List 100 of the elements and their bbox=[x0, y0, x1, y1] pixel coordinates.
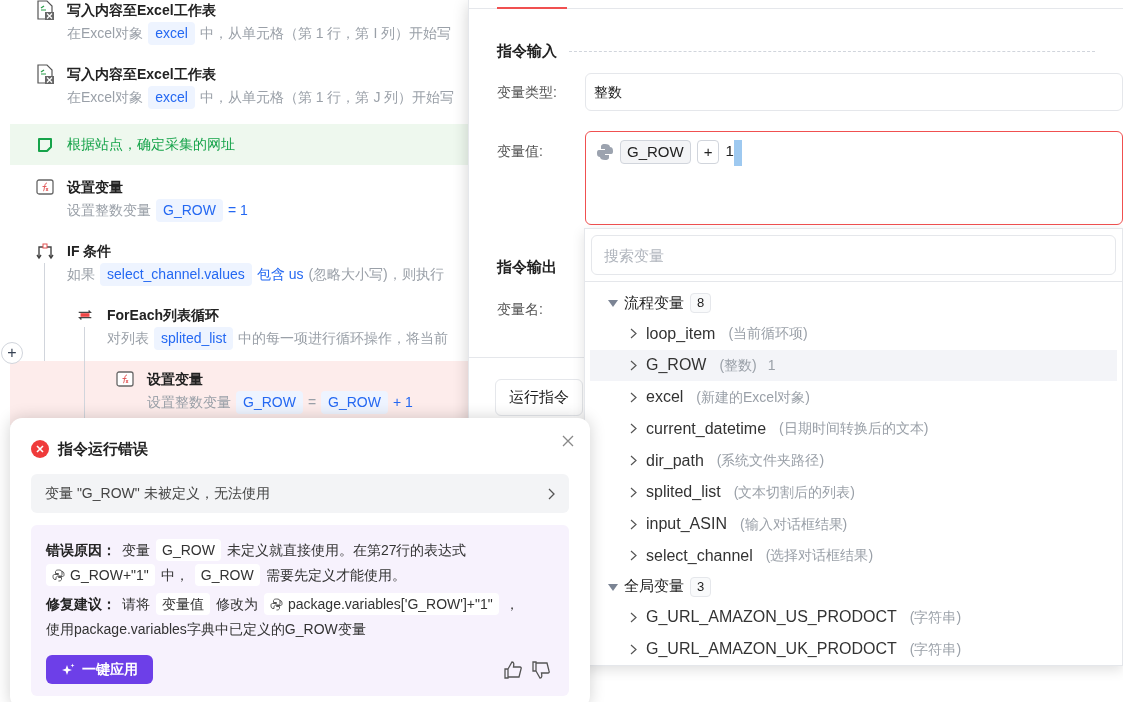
apply-button[interactable]: 一键应用 bbox=[46, 655, 153, 684]
field-label: 变量名: bbox=[497, 300, 543, 319]
python-icon bbox=[52, 568, 65, 582]
variable-type: (字符串) bbox=[909, 607, 962, 627]
variable-type: (选择对话框结果) bbox=[765, 546, 874, 566]
variable-name: excel bbox=[646, 387, 684, 408]
step-title: 写入内容至Excel工作表 bbox=[67, 0, 216, 20]
step-description: 如果 bbox=[67, 264, 95, 284]
label-text: 错误原因： bbox=[46, 541, 116, 560]
variable-item[interactable]: select_channel (选择对话框结果) bbox=[590, 540, 1117, 572]
sparkle-icon bbox=[61, 662, 75, 677]
variable-chip: select_channel.values bbox=[100, 262, 252, 286]
error-message: 变量 "G_ROW" 未被定义，无法使用 bbox=[45, 484, 270, 503]
excel-file-icon bbox=[36, 64, 54, 84]
value-text: + 1 bbox=[392, 392, 413, 412]
variable-item[interactable]: loop_item (当前循环项) bbox=[590, 317, 1117, 350]
value-text: 包含 us bbox=[256, 264, 304, 284]
excel-file-icon bbox=[36, 0, 54, 20]
variable-type: (文本切割后的列表) bbox=[733, 482, 856, 502]
group-label: 全局变量 bbox=[624, 576, 684, 597]
step-title: 设置变量 bbox=[67, 177, 123, 197]
variable-item[interactable]: dir_path (系统文件夹路径) bbox=[590, 444, 1117, 477]
tree-group-row[interactable]: 流程变量 8 bbox=[590, 288, 1117, 318]
add-step-button[interactable]: + bbox=[1, 342, 23, 364]
step-title: 写入内容至Excel工作表 bbox=[67, 64, 216, 84]
variable-name: loop_item bbox=[646, 323, 716, 344]
function-icon bbox=[36, 179, 54, 195]
branch-icon bbox=[36, 242, 54, 260]
body-text: 使用package.variables字典中已定义的G_ROW变量 bbox=[46, 620, 366, 639]
variable-name: input_ASIN bbox=[646, 514, 727, 535]
step-description: 中的每一项进行循环操作，将当前 bbox=[238, 328, 449, 348]
variable-type-select[interactable]: 整数 bbox=[585, 73, 1123, 111]
loop-icon bbox=[76, 307, 94, 323]
variable-name: dir_path bbox=[646, 450, 704, 471]
chevron-right-icon bbox=[548, 487, 555, 500]
variable-type: (新建的Excel对象) bbox=[696, 387, 810, 407]
variable-item[interactable]: G_URL_AMAZON_US_PRODOCT (字符串) bbox=[590, 601, 1117, 634]
tree-group-row[interactable]: 全局变量 3 bbox=[590, 571, 1117, 602]
thumbs-up-icon[interactable] bbox=[504, 660, 522, 679]
step-description: 对列表 bbox=[107, 328, 149, 348]
step-description: 中，从单元格（第 1 行，第 I 列）开始写 bbox=[199, 23, 452, 43]
python-icon bbox=[596, 143, 614, 161]
thumbs-down-icon[interactable] bbox=[532, 660, 550, 679]
section-heading: 指令输出 bbox=[497, 256, 557, 277]
chevron-right-icon bbox=[630, 359, 637, 371]
variable-name: G_ROW bbox=[646, 355, 707, 376]
code-chip: G_ROW bbox=[156, 539, 221, 561]
variable-name: current_datetime bbox=[646, 418, 767, 439]
count-badge: 8 bbox=[690, 292, 712, 313]
chevron-right-icon bbox=[630, 328, 637, 340]
search-field[interactable]: 搜索变量 bbox=[591, 235, 1116, 275]
code-chip: 变量值 bbox=[156, 593, 210, 615]
variable-item[interactable]: current_datetime (日期时间转换后的文本) bbox=[590, 413, 1117, 445]
field-label: 变量类型: bbox=[497, 82, 558, 102]
variable-item[interactable]: excel (新建的Excel对象) bbox=[590, 381, 1117, 413]
function-icon bbox=[116, 371, 134, 387]
variable-item[interactable]: splited_list (文本切割后的列表) bbox=[590, 476, 1117, 509]
step-description: 设置整数变量 bbox=[67, 200, 151, 220]
token-chip: G_ROW bbox=[620, 140, 691, 164]
expression-chip: package.variables['G_ROW']+"1" bbox=[264, 593, 499, 615]
body-text: 修改为 bbox=[216, 595, 258, 614]
error-message-row[interactable]: 变量 "G_ROW" 未被定义，无法使用 bbox=[31, 474, 569, 513]
value-text: 1 bbox=[725, 141, 734, 161]
variable-chip: G_ROW bbox=[156, 198, 223, 222]
variable-name: G_URL_AMAZON_US_PRODOCT bbox=[646, 607, 897, 628]
run-button[interactable]: 运行指令 bbox=[495, 379, 583, 416]
variable-item[interactable]: G_ROW (整数) 1 bbox=[590, 349, 1117, 382]
text-cursor bbox=[733, 140, 742, 166]
body-text: 需要先定义才能使用。 bbox=[265, 566, 406, 585]
step-title: ForEach列表循环 bbox=[107, 305, 219, 325]
chevron-right-icon bbox=[630, 550, 637, 562]
variable-item[interactable]: input_ASIN (输入对话框结果) bbox=[590, 508, 1117, 540]
variable-value-editor[interactable]: G_ROW + 1 bbox=[585, 131, 1123, 225]
value-text: = 1 bbox=[227, 200, 248, 220]
step-description: 在Excel对象 bbox=[67, 87, 144, 107]
body-text: 请将 bbox=[122, 595, 150, 614]
chevron-right-icon bbox=[630, 518, 637, 530]
python-icon bbox=[270, 597, 283, 611]
step-description: (忽略大小写)，则执行 bbox=[308, 264, 444, 284]
variable-name: select_channel bbox=[646, 545, 753, 566]
body-text: 变量 bbox=[122, 541, 150, 560]
variable-name: G_URL_AMAZON_UK_PRODOCT bbox=[646, 639, 897, 660]
chevron-right-icon bbox=[630, 486, 637, 498]
variable-item[interactable]: G_URL_AMAZON_UK_PRODOCT (字符串) bbox=[590, 633, 1117, 665]
expression-chip: G_ROW+"1" bbox=[46, 564, 155, 586]
field-label: 变量值: bbox=[497, 142, 544, 161]
group-label: 流程变量 bbox=[624, 292, 684, 313]
close-icon bbox=[562, 435, 574, 447]
chevron-right-icon bbox=[630, 391, 637, 403]
step-description: = bbox=[307, 392, 317, 412]
chevron-right-icon bbox=[630, 455, 637, 467]
chevron-right-icon bbox=[630, 643, 637, 655]
count-badge: 3 bbox=[690, 576, 712, 597]
variable-type: (当前循环项) bbox=[728, 324, 808, 344]
variable-value: 1 bbox=[767, 355, 776, 375]
variable-chip: G_ROW bbox=[321, 390, 388, 414]
token-chip: + bbox=[696, 140, 720, 164]
step-description: 在Excel对象 bbox=[67, 23, 144, 43]
chevron-right-icon bbox=[630, 611, 637, 623]
variable-type: (系统文件夹路径) bbox=[716, 451, 825, 471]
